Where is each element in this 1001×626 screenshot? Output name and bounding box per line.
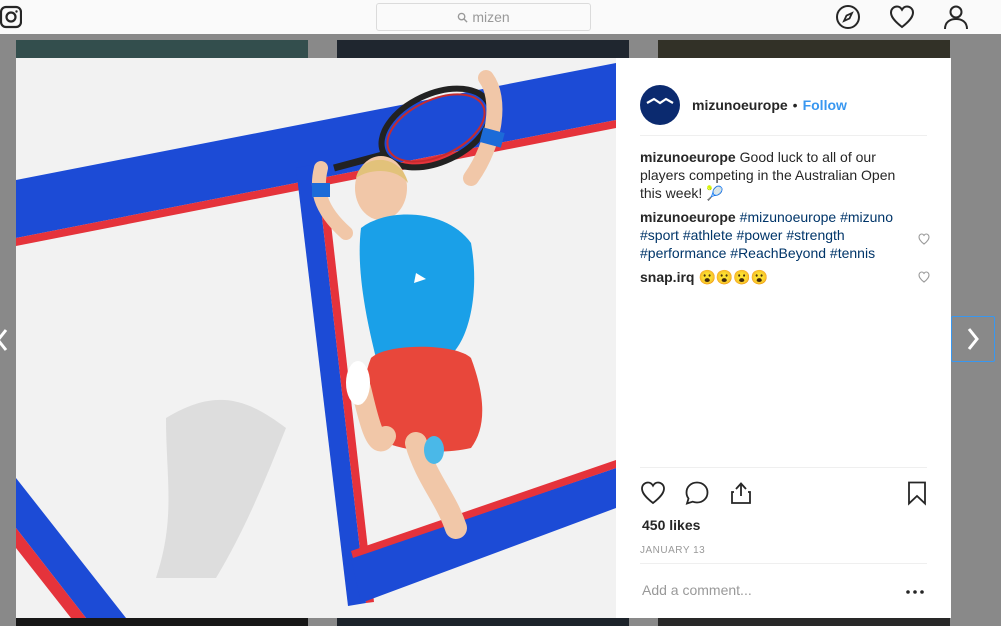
search-query: mizen (472, 9, 510, 25)
caption: mizunoeurope Good luck to all of our play… (640, 148, 930, 202)
instagram-icon[interactable] (0, 5, 22, 29)
bookmark-icon[interactable] (904, 480, 930, 506)
post-date[interactable]: JANUARY 13 (640, 545, 705, 556)
post-header: mizunoeurope • Follow (640, 76, 927, 136)
more-icon (906, 590, 924, 594)
post-sidebar: mizunoeurope • Follow mizunoeurope Good l… (616, 58, 951, 618)
compass-icon[interactable] (835, 4, 861, 30)
person-icon[interactable] (943, 4, 969, 30)
hashtag-link[interactable]: #strength (786, 227, 844, 243)
comment-list: mizunoeurope Good luck to all of our play… (640, 148, 930, 292)
comment-username[interactable]: snap.irq (640, 269, 694, 285)
hashtag-link[interactable]: #tennis (830, 245, 875, 261)
heart-icon[interactable] (889, 4, 915, 30)
chevron-right-icon (967, 328, 979, 350)
hashtag-link[interactable]: #power (737, 227, 783, 243)
hashtag-link[interactable]: #ReachBeyond (730, 245, 826, 261)
likes-count[interactable]: 450 likes (642, 517, 700, 533)
hashtag-link[interactable]: #sport (640, 227, 679, 243)
follow-button[interactable]: Follow (803, 97, 847, 113)
next-post-button[interactable] (951, 316, 995, 362)
list-item: snap.irq 😮😮😮😮 (640, 268, 930, 286)
more-options-button[interactable] (903, 583, 927, 601)
comment-username[interactable]: mizunoeurope (640, 149, 736, 165)
post-photo[interactable] (16, 58, 616, 618)
like-icon[interactable] (640, 480, 666, 506)
top-nav: mizen (0, 0, 1001, 34)
hashtag-link[interactable]: #athlete (683, 227, 733, 243)
chevron-left-icon[interactable] (0, 325, 10, 355)
post-username[interactable]: mizunoeurope (692, 97, 788, 113)
divider (640, 563, 927, 564)
search-icon (458, 12, 468, 23)
comment-icon[interactable] (684, 480, 710, 506)
share-icon[interactable] (728, 480, 754, 506)
hashtag-link[interactable]: #mizuno (840, 209, 893, 225)
divider (640, 467, 927, 468)
heart-icon[interactable] (918, 233, 930, 245)
search-input[interactable]: mizen (376, 3, 591, 31)
post-modal: mizunoeurope • Follow mizunoeurope Good l… (16, 58, 951, 618)
tennis-photo (16, 58, 616, 618)
heart-icon[interactable] (918, 271, 930, 283)
mizuno-logo-icon (646, 97, 674, 104)
list-item: mizunoeurope #mizunoeurope #mizuno #sport… (640, 208, 930, 262)
comment-text: 😮😮😮😮 (698, 269, 769, 285)
comment-input[interactable] (642, 582, 872, 598)
separator-dot: • (792, 96, 798, 113)
comment-username[interactable]: mizunoeurope (640, 209, 736, 225)
hashtag-link[interactable]: #performance (640, 245, 726, 261)
hashtag-link[interactable]: #mizunoeurope (740, 209, 837, 225)
avatar[interactable] (640, 84, 680, 125)
